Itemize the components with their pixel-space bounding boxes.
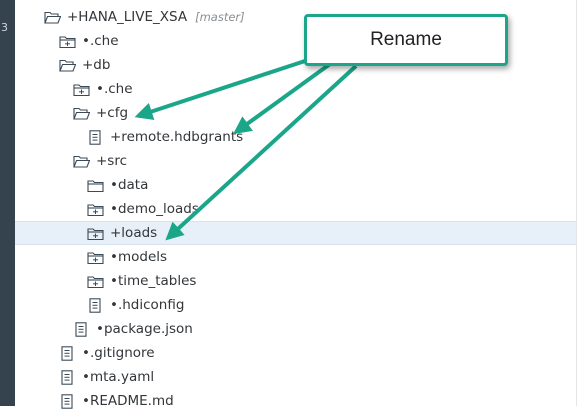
tree-item-label: +HANA_LIVE_XSA — [67, 9, 188, 25]
tree-row-models[interactable]: •models — [15, 245, 577, 269]
file-icon — [59, 345, 76, 361]
tree-item-label: +cfg — [96, 105, 129, 121]
tree-row-cfg[interactable]: +cfg — [15, 101, 577, 125]
folder-collapsed-icon — [59, 34, 76, 49]
sidebar-glyph: 3 — [1, 21, 8, 34]
tree-item-label: •package.json — [96, 321, 193, 337]
tree-item-label: •.gitignore — [82, 345, 155, 361]
file-icon — [87, 129, 104, 145]
folder-collapsed-icon — [73, 82, 90, 97]
file-icon — [59, 393, 76, 409]
tree-row-src[interactable]: +src — [15, 149, 577, 173]
file-icon — [73, 321, 90, 337]
tree-row-remote-hdbgrants[interactable]: +remote.hdbgrants — [15, 125, 577, 149]
tree-row-gitignore[interactable]: •.gitignore — [15, 341, 577, 365]
tree-item-label: •README.md — [82, 393, 174, 409]
git-branch-label: [master] — [195, 10, 245, 24]
file-icon — [59, 369, 76, 385]
tree-row-loads[interactable]: +loads — [15, 221, 577, 245]
tree-item-label: •.che — [82, 33, 119, 49]
tree-item-label: +src — [96, 153, 128, 169]
tree-row-data[interactable]: •data — [15, 173, 577, 197]
tree-item-label: •data — [110, 177, 149, 193]
folder-collapsed-icon — [87, 226, 104, 241]
folder-collapsed-icon — [87, 274, 104, 289]
folder-open-icon — [73, 106, 90, 121]
tree-item-label: •.che — [96, 81, 133, 97]
folder-collapsed-icon — [87, 250, 104, 265]
tree-row-readme[interactable]: •README.md — [15, 389, 577, 413]
tree-item-label: •demo_loads — [110, 201, 199, 217]
tree-row-db-che[interactable]: •.che — [15, 77, 577, 101]
callout-label: Rename — [370, 29, 442, 50]
folder-collapsed-icon — [87, 202, 104, 217]
tree-item-label: +remote.hdbgrants — [110, 129, 244, 145]
folder-open-icon — [59, 58, 76, 73]
tree-row-hdiconfig[interactable]: •.hdiconfig — [15, 293, 577, 317]
left-activity-bar: 3 — [0, 0, 15, 406]
tree-item-label: •.hdiconfig — [110, 297, 185, 313]
tree-row-demo-loads[interactable]: •demo_loads — [15, 197, 577, 221]
folder-icon — [87, 178, 104, 193]
tree-item-label: •models — [110, 249, 168, 265]
tree-row-package-json[interactable]: •package.json — [15, 317, 577, 341]
folder-open-icon — [73, 154, 90, 169]
tree-row-mta-yaml[interactable]: •mta.yaml — [15, 365, 577, 389]
tree-item-label: +db — [82, 57, 111, 73]
tree-item-label: •time_tables — [110, 273, 197, 289]
tree-row-time-tables[interactable]: •time_tables — [15, 269, 577, 293]
folder-open-icon — [44, 10, 61, 25]
rename-callout: Rename — [304, 14, 508, 66]
tree-item-label: +loads — [110, 225, 158, 241]
file-icon — [87, 297, 104, 313]
tree-item-label: •mta.yaml — [82, 369, 155, 385]
